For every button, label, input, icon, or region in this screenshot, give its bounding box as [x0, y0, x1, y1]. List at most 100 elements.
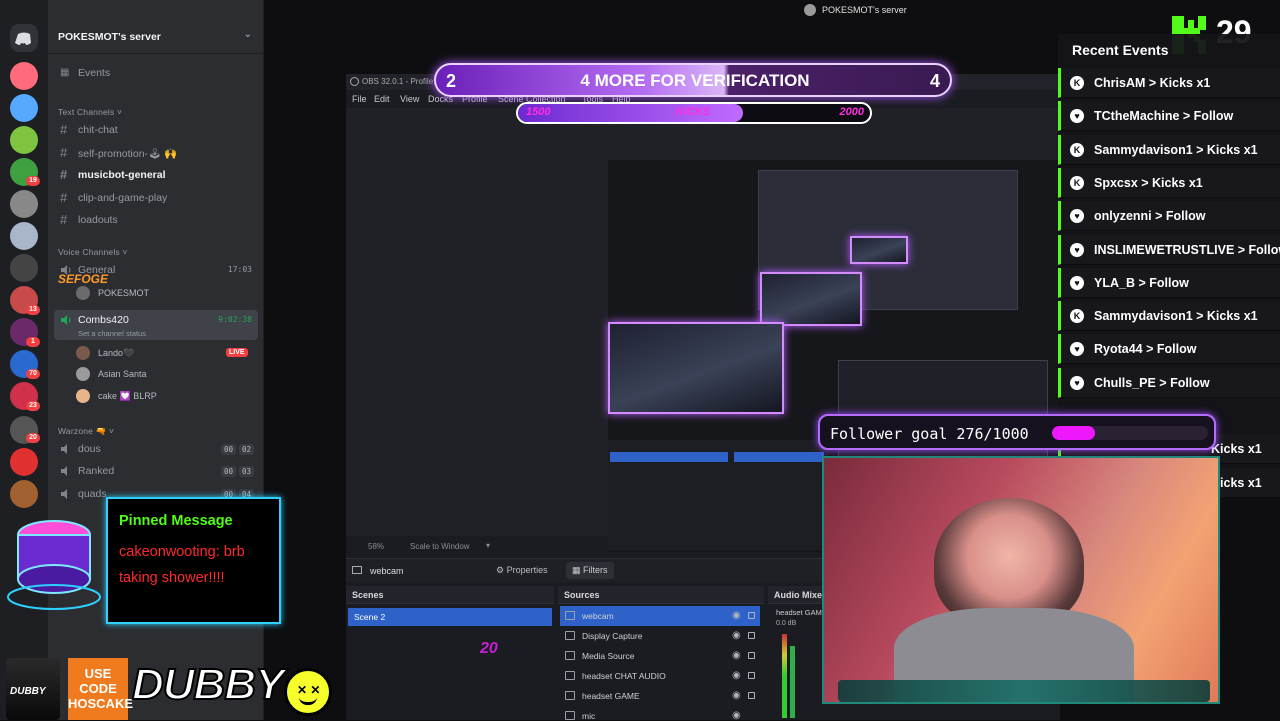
scene-row[interactable]: Scene 2: [348, 608, 552, 626]
sponsor-smiley-icon: ✕ ✕: [284, 668, 332, 716]
eye-icon[interactable]: ◉: [732, 710, 741, 721]
server-icon[interactable]: [10, 480, 38, 508]
source-row-media-source[interactable]: Media Source ◉: [560, 646, 760, 666]
channel-loadouts[interactable]: # loadouts: [54, 210, 258, 230]
avatar: [76, 389, 90, 403]
source-row-headset-game[interactable]: headset GAME ◉: [560, 686, 760, 706]
channel-clip-and-game-play[interactable]: # clip-and-game-play: [54, 188, 258, 208]
follower-goal-text: Follower goal 276/1000: [830, 425, 1029, 443]
pinned-body: cakeonwooting: brb taking shower!!!!: [119, 544, 245, 586]
calendar-icon: ▦: [60, 67, 70, 78]
lock-icon[interactable]: [748, 692, 755, 699]
server-icon[interactable]: [10, 126, 38, 154]
event-row: ♥ TCtheMachine > Follow: [1058, 101, 1280, 132]
recent-events-title: Recent Events: [1072, 42, 1169, 58]
follower-goal: Follower goal 276/1000: [818, 414, 1216, 450]
eye-icon[interactable]: ◉: [732, 650, 741, 661]
monitor-icon: [565, 631, 575, 640]
server-icon[interactable]: [10, 222, 38, 250]
server-icon[interactable]: [10, 448, 38, 476]
source-row-webcam[interactable]: webcam ◉: [560, 606, 760, 626]
category-warzone[interactable]: Warzone 🔫 ˅: [58, 426, 114, 437]
event-row: ♥ INSLIMEWETRUSTLIVE > Follow: [1058, 234, 1280, 265]
event-text: Sammydavison1 > Kicks x1: [1094, 309, 1258, 324]
event-row: ♥ YLA_B > Follow: [1058, 267, 1280, 298]
scene-overlay-number: 20: [480, 640, 498, 657]
heart-icon: ♥: [1070, 109, 1084, 124]
kick-icon: K: [1070, 175, 1084, 190]
source-row-mic[interactable]: mic ◉: [560, 706, 760, 721]
menu-edit[interactable]: Edit: [374, 94, 390, 104]
nested-docks: [608, 440, 828, 550]
speaker-icon: [61, 466, 67, 476]
unread-badge: 23: [26, 401, 40, 411]
menu-view[interactable]: View: [400, 94, 419, 104]
category-text-channels[interactable]: Text Channels ˅: [58, 107, 122, 117]
source-row-headset-chat-audio[interactable]: headset CHAT AUDIO ◉: [560, 666, 760, 686]
server-header[interactable]: POKESMOT's server ⌄: [48, 20, 264, 54]
eye-icon[interactable]: ◉: [732, 670, 741, 681]
webcam-frame: [838, 680, 1210, 702]
avatar: [76, 346, 90, 360]
server-name: POKESMOT's server: [58, 31, 161, 43]
event-row: K Sammydavison1 > Kicks x1: [1058, 301, 1280, 332]
lock-icon[interactable]: [748, 632, 755, 639]
event-row: K Spxcsx > Kicks x1: [1058, 167, 1280, 198]
category-voice-channels[interactable]: Voice Channels ˅: [58, 247, 128, 257]
lock-icon[interactable]: [748, 652, 755, 659]
unread-badge: 1: [26, 337, 40, 347]
lock-icon[interactable]: [748, 672, 755, 679]
speaker-icon: [61, 315, 71, 325]
menu-file[interactable]: File: [352, 94, 367, 104]
channel-chit-chat[interactable]: # chit-chat: [54, 120, 258, 140]
eye-icon[interactable]: ◉: [732, 630, 741, 641]
server-icon[interactable]: [10, 254, 38, 282]
eye-icon[interactable]: ◉: [732, 610, 741, 621]
unread-badge: 19: [26, 176, 40, 186]
hash-icon: #: [60, 145, 68, 160]
source-row-display-capture[interactable]: Display Capture ◉: [560, 626, 760, 646]
sponsor-can: DUBBY: [6, 658, 60, 720]
hash-icon: #: [60, 122, 68, 137]
live-badge: LIVE: [226, 348, 248, 357]
voice-channel-ranked[interactable]: Ranked 00 03: [54, 461, 258, 481]
chevron-down-icon[interactable]: ▾: [486, 541, 490, 550]
pinned-message: Pinned Message cakeonwooting: brb taking…: [106, 497, 281, 624]
eye-icon[interactable]: ◉: [732, 690, 741, 701]
channel-self-promotion[interactable]: # self-promotion-🕹 🙌: [54, 143, 258, 163]
server-icon[interactable]: [10, 94, 38, 122]
filters-button[interactable]: ▦ Filters: [566, 562, 614, 579]
heart-icon: ♥: [1070, 375, 1084, 390]
event-row: K Sammydavison1 > Kicks x1: [1058, 134, 1280, 165]
event-row: ♥ Chulls_PE > Follow: [1058, 367, 1280, 398]
event-text: Chulls_PE > Follow: [1094, 375, 1210, 390]
event-text: ChrisAM > Kicks x1: [1094, 76, 1211, 90]
voice-channel-dous[interactable]: dous 00 02: [54, 439, 258, 459]
event-row: K ChrisAM > Kicks x1: [1058, 68, 1280, 98]
discord-home-icon[interactable]: [10, 24, 38, 52]
events-link[interactable]: ▦ Events: [54, 63, 258, 83]
audio-meter: [782, 634, 787, 718]
nested-scene-row: [610, 452, 728, 462]
channel-musicbot-general[interactable]: # musicbot-general: [54, 165, 258, 185]
scenes-dock-header: Scenes: [346, 586, 554, 604]
server-icon[interactable]: [10, 190, 38, 218]
server-icon[interactable]: [10, 62, 38, 90]
kick-icon: K: [1070, 142, 1084, 157]
nested-webcam: [850, 236, 908, 264]
event-text: TCtheMachine > Follow: [1094, 109, 1234, 124]
properties-button[interactable]: ⚙ Properties: [496, 565, 548, 576]
window-title: POKESMOT's server: [822, 5, 907, 15]
channel-status[interactable]: Set a channel status: [78, 329, 146, 338]
unread-badge: 13: [26, 305, 40, 315]
event-text: Sammydavison1 > Kicks x1: [1094, 142, 1258, 157]
source-type-icon: [352, 566, 362, 574]
voice-channel-combs420[interactable]: Combs420 9:02:38 Set a channel status: [54, 310, 258, 340]
lock-icon[interactable]: [748, 612, 755, 619]
chevron-down-icon[interactable]: ⌄: [244, 29, 252, 40]
event-text: INSLIMEWETRUSTLIVE > Follow: [1094, 242, 1280, 257]
follower-goal-fill: [1052, 426, 1096, 440]
speaker-icon: [61, 489, 67, 499]
verification-banner: 4 MORE FOR VERIFICATION 2 4: [434, 63, 952, 97]
event-row: ♥ onlyzenni > Follow: [1058, 201, 1280, 232]
